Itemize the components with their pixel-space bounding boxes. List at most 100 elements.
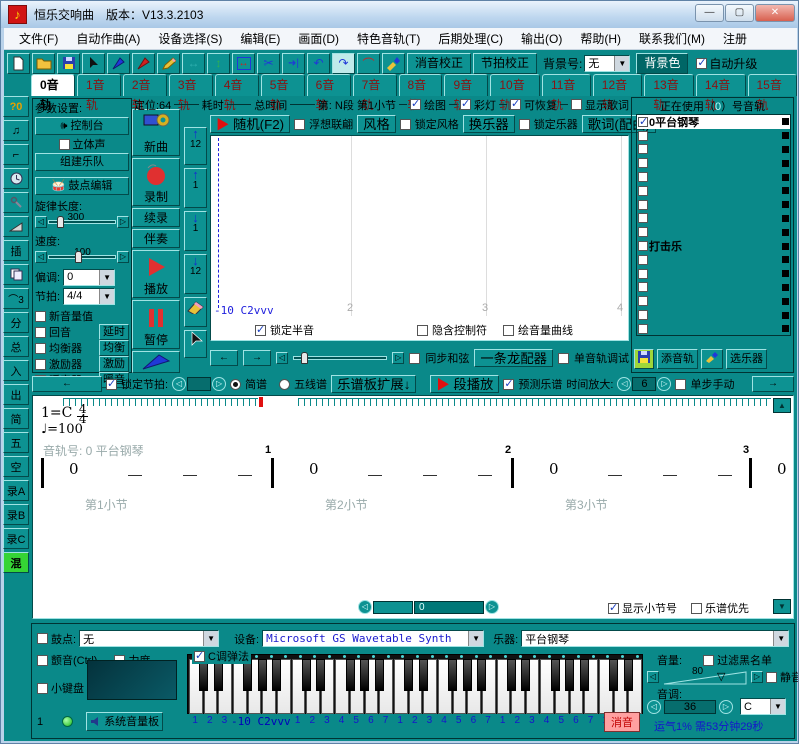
clock-icon[interactable] — [3, 168, 29, 189]
volume-right-arrow[interactable]: ▷ — [751, 671, 763, 683]
insert-note-button[interactable]: 插 — [3, 240, 29, 261]
key-select[interactable]: C▼ — [740, 698, 786, 715]
instrument-row-handle[interactable] — [782, 298, 789, 305]
menu-auto-compose[interactable]: 自动作曲(A) — [67, 28, 149, 49]
system-volume-button[interactable]: 系统音量板 — [86, 712, 163, 731]
menu-view[interactable]: 画面(D) — [289, 28, 348, 49]
black-key-24[interactable] — [551, 659, 560, 691]
black-key-28[interactable] — [609, 659, 618, 691]
change-instrument-button[interactable]: 换乐器 — [463, 115, 515, 133]
instrument-row-checkbox[interactable] — [638, 172, 648, 182]
one-stop-orchestration-button[interactable]: 一条龙配器 — [474, 349, 553, 367]
spin-left-icon[interactable]: ◁ — [172, 377, 186, 391]
menu-contact[interactable]: 联系我们(M) — [630, 28, 714, 49]
instrument-row-checkbox[interactable] — [638, 131, 648, 141]
chevron-down-icon[interactable]: ▼ — [99, 289, 114, 304]
black-key-17[interactable] — [448, 659, 457, 691]
instrument-row-checkbox[interactable] — [638, 144, 648, 154]
tab-track-4[interactable]: 4音轨 — [215, 74, 259, 96]
instrument-row-handle[interactable] — [782, 256, 789, 263]
excite-button[interactable]: 激励 — [99, 356, 129, 372]
echo-checkbox[interactable] — [35, 327, 46, 338]
drum-edit-button[interactable]: 🥁 鼓点编辑 — [35, 177, 129, 195]
add-track-button[interactable]: 添音轨 — [657, 349, 698, 369]
insert-icon[interactable]: ➜| — [282, 53, 305, 74]
tab-track-15[interactable]: 15音轨 — [748, 74, 798, 96]
background-number-select[interactable]: 无▼ — [584, 55, 630, 72]
show-lyrics-checkbox[interactable] — [571, 99, 582, 110]
instrument-row-15[interactable] — [637, 322, 790, 336]
drum-checkbox[interactable] — [37, 633, 48, 644]
menu-device[interactable]: 设备选择(S) — [149, 28, 231, 49]
menu-help[interactable]: 帮助(H) — [571, 28, 630, 49]
record-c-button[interactable]: 录C — [3, 528, 29, 549]
instrument-row-checkbox[interactable] — [638, 186, 648, 196]
roll-left-button[interactable]: ← — [210, 350, 238, 366]
open-folder-icon[interactable] — [32, 53, 55, 74]
instrument-row-handle[interactable] — [782, 229, 789, 236]
new-file-icon[interactable] — [7, 53, 30, 74]
score-expand-button[interactable]: 乐谱板扩展↓ — [331, 375, 416, 393]
undo-icon[interactable]: ↶ — [307, 53, 330, 74]
pointer-tool-button[interactable] — [132, 351, 180, 373]
jianpu-button[interactable]: 简 — [3, 408, 29, 429]
random-button[interactable]: ▶ 随机(F2) — [210, 115, 290, 133]
lock-semitone-checkbox[interactable] — [255, 325, 266, 336]
menu-file[interactable]: 文件(F) — [10, 28, 67, 49]
chevron-down-icon[interactable]: ▼ — [770, 699, 785, 714]
roll-right-button[interactable]: → — [243, 350, 271, 366]
playhead-marker[interactable] — [259, 397, 263, 407]
single-track-debug-checkbox[interactable] — [558, 353, 569, 364]
scissors-icon[interactable]: ✂ — [257, 53, 280, 74]
black-key-22[interactable] — [521, 659, 530, 691]
instrument-row-14[interactable] — [637, 308, 790, 322]
predict-score-checkbox[interactable] — [503, 379, 514, 390]
recover-checkbox[interactable] — [510, 99, 521, 110]
brush-icon[interactable] — [382, 53, 405, 74]
score-scroll-up-button[interactable]: ▲ — [773, 398, 791, 413]
h-stretch-icon[interactable]: ↔ — [182, 53, 205, 74]
score-next-button[interactable]: → — [752, 376, 794, 392]
tab-track-6[interactable]: 6音轨 — [307, 74, 351, 96]
instrument-row-13[interactable] — [637, 294, 790, 308]
input-button[interactable]: 入 — [3, 360, 29, 381]
menu-edit[interactable]: 编辑(E) — [231, 28, 289, 49]
tab-track-7[interactable]: 7音轨 — [353, 74, 397, 96]
curve-icon[interactable]: ⌒ — [357, 53, 380, 74]
menu-output[interactable]: 输出(O) — [512, 28, 571, 49]
octave-down-button[interactable]: ↓12 — [184, 254, 207, 294]
console-button[interactable]: 🕪 控制台 — [35, 117, 129, 135]
instrument-row-checkbox[interactable] — [638, 324, 648, 334]
pencil-icon[interactable] — [157, 53, 180, 74]
slider-left-arrow[interactable]: ◁ — [35, 216, 47, 228]
tab-track-8[interactable]: 8音轨 — [399, 74, 443, 96]
wrench-icon[interactable] — [3, 192, 29, 213]
instrument-row-checkbox[interactable] — [638, 158, 648, 168]
black-key-10[interactable] — [346, 659, 355, 691]
hscroll-right-arrow[interactable]: ▷ — [392, 352, 404, 364]
instrument-row-5[interactable] — [637, 184, 790, 198]
single-step-checkbox[interactable] — [675, 379, 686, 390]
restore-button[interactable]: ▢ — [725, 4, 754, 22]
record-b-button[interactable]: 录B — [3, 504, 29, 525]
tab-track-11[interactable]: 11音轨 — [542, 74, 591, 96]
vibrato-checkbox[interactable] — [37, 655, 48, 666]
instrument-row-9[interactable]: 打击乐 — [637, 239, 790, 253]
mix-button[interactable]: 混 — [3, 552, 29, 573]
pause-button[interactable]: 暂停 — [132, 300, 180, 348]
instrument-row-handle[interactable] — [782, 174, 789, 181]
black-key-12[interactable] — [375, 659, 384, 691]
filter-blacklist-checkbox[interactable] — [703, 655, 714, 666]
instrument-row-handle[interactable] — [782, 146, 789, 153]
fancy-checkbox[interactable] — [294, 119, 305, 130]
spin-right-icon[interactable]: ▷ — [212, 377, 226, 391]
instrument-row-4[interactable] — [637, 170, 790, 184]
save-icon[interactable] — [57, 53, 80, 74]
draw-checkbox[interactable] — [410, 99, 421, 110]
tab-track-0[interactable]: 0音轨 — [31, 74, 75, 96]
black-key-21[interactable] — [507, 659, 516, 691]
resume-record-button[interactable]: 续录 — [132, 208, 180, 227]
volume-thumb[interactable]: ▽ — [717, 670, 725, 683]
lock-instrument-checkbox[interactable] — [519, 119, 530, 130]
instrument-row-checkbox[interactable] — [638, 296, 648, 306]
